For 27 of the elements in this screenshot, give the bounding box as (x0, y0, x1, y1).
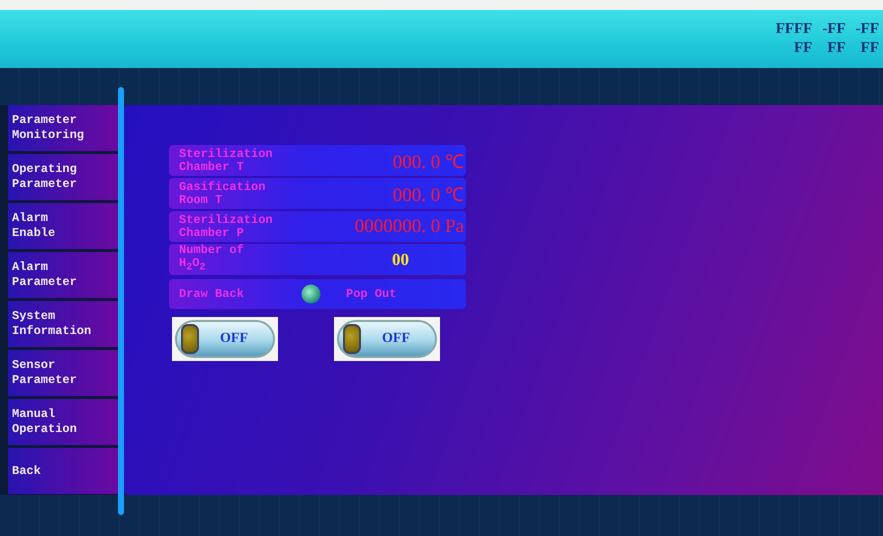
reading-label: Number of H$_{2}$O$_{2}$ (179, 244, 244, 275)
date-time-text: -FF (822, 20, 846, 39)
reading-label: Sterilization Chamber T (179, 148, 273, 174)
sidebar-item[interactable]: Sensor Parameter (8, 350, 118, 397)
date-time-text: FF (860, 39, 879, 58)
sidebar-item[interactable]: Parameter Monitoring (8, 105, 118, 152)
sidebar-item[interactable]: Manual Operation (8, 399, 118, 446)
sidebar-item[interactable]: Alarm Enable (8, 203, 118, 250)
position-label: Draw Back (179, 287, 245, 301)
sidebar-item[interactable]: Alarm Parameter (8, 252, 118, 299)
sidebar-item[interactable]: System Information (8, 301, 118, 348)
sidebar-item[interactable]: Operating Parameter (8, 154, 118, 201)
reading-value: 000. 0 ℃ (392, 184, 465, 206)
position-label: Pop Out (345, 287, 398, 301)
date-time-text: FF (826, 39, 846, 58)
reading-value: 0000000. 0 Pa (354, 216, 465, 238)
toggle-switch[interactable]: OFF (175, 320, 275, 358)
toggle-switch[interactable]: OFF (337, 320, 437, 358)
date-time-text: -FF (856, 20, 879, 39)
reading-label: Gasification Room T (179, 180, 266, 206)
reading-value: 000. 0 ℃ (392, 150, 465, 174)
date-time-text: FFFF (776, 20, 812, 39)
reading-value: 00 (392, 250, 410, 270)
indicator-lamp-icon (300, 284, 320, 304)
date-time-text: FF (793, 39, 812, 58)
sidebar-item[interactable]: Back (8, 448, 118, 495)
reading-label: Sterilization Chamber P (179, 214, 273, 240)
